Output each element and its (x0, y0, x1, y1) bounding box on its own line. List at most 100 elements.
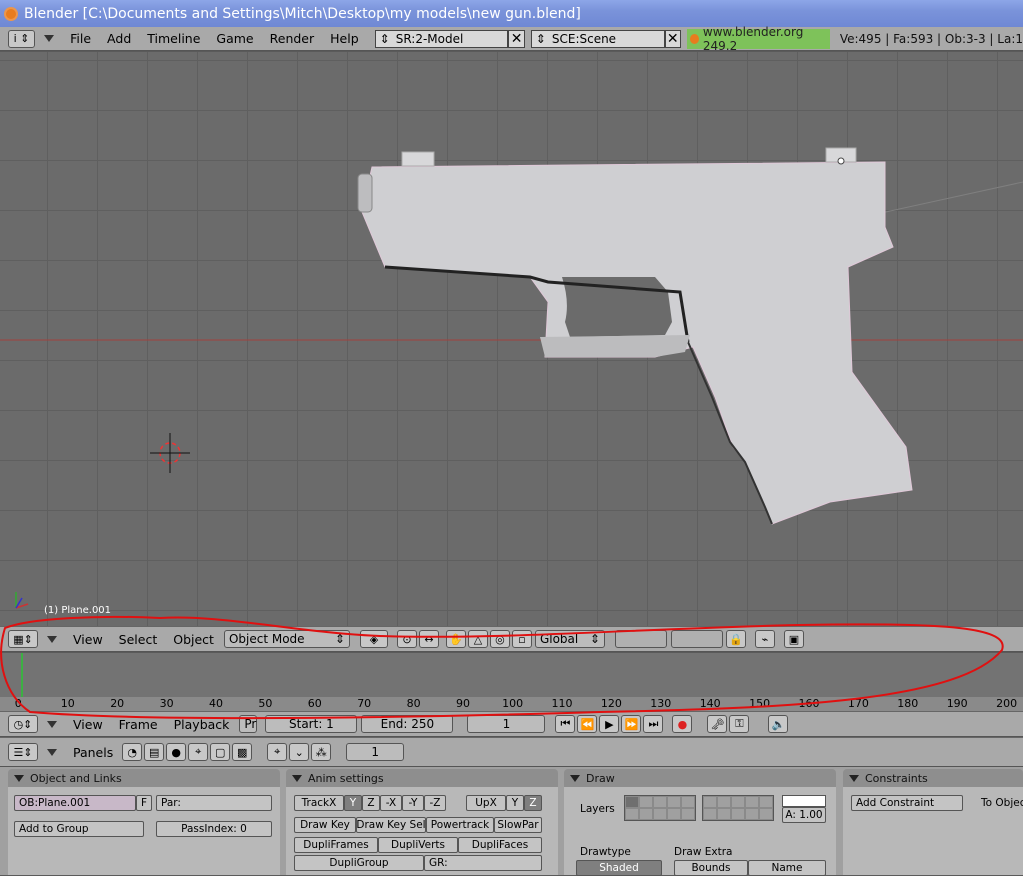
draw-type-icon[interactable]: ◈ (359, 630, 388, 648)
particles-subcontext-icon[interactable]: ⁂ (311, 743, 332, 761)
menu-timeline[interactable]: Timeline (139, 31, 208, 46)
menu-frame[interactable]: Frame (111, 717, 166, 732)
hand-icon[interactable]: ✋ (445, 630, 466, 648)
info-window-type-icon[interactable]: i ⇕ (8, 29, 36, 48)
keying-set-icon[interactable]: 🗝 (707, 715, 728, 733)
anim-settings-panel-header[interactable]: Anim settings (286, 769, 558, 787)
shading-context-icon[interactable]: ● (166, 743, 187, 761)
editor-type-icon[interactable]: ▦⇕ (8, 630, 38, 648)
clock-icon[interactable]: ◷⇕ (8, 715, 38, 733)
parent-field[interactable]: Par: (156, 795, 272, 811)
object-color-swatch[interactable] (782, 795, 826, 807)
layers-grid-2[interactable] (702, 795, 774, 821)
layers-grid-1[interactable] (624, 795, 696, 821)
up-y-button[interactable]: Y (506, 795, 524, 811)
duplifaces-button[interactable]: DupliFaces (458, 837, 542, 853)
key-icon[interactable]: ⚿ (729, 715, 750, 733)
draw-panel-header[interactable]: Draw (564, 769, 836, 787)
play-icon[interactable]: ▶ (599, 715, 620, 733)
menu-panels[interactable]: Panels (65, 745, 121, 760)
screen-selector[interactable]: ⇕ SR:2-Model (374, 29, 509, 48)
draw-key-button[interactable]: Draw Key (294, 817, 356, 833)
timeline-area[interactable]: 0 10 20 30 40 50 60 70 80 90 100 110 120 130 140 150 160… (0, 653, 1023, 711)
collapse-timeline-header-icon[interactable] (47, 720, 57, 728)
collapse-menu-icon[interactable] (44, 35, 55, 42)
jump-start-icon[interactable]: ⏮ (555, 715, 576, 733)
pass-index-field[interactable]: PassIndex: 0 (156, 821, 272, 837)
rotate-icon[interactable]: ◎ (489, 630, 510, 648)
object-subcontext-icon[interactable]: ⌖ (267, 743, 288, 761)
menu-help[interactable]: Help (322, 31, 367, 46)
menu-playback[interactable]: Playback (166, 717, 238, 732)
object-links-panel-header[interactable]: Object and Links (8, 769, 280, 787)
track-z-button[interactable]: Z (362, 795, 380, 811)
mode-selector[interactable]: Object Mode ⇕ (223, 630, 350, 648)
buttons-window-type-icon[interactable]: ☰⇕ (8, 743, 38, 761)
audio-icon[interactable]: 🔈 (768, 715, 789, 733)
3d-viewport[interactable]: (1) Plane.001 (0, 52, 1023, 626)
menu-view-timeline[interactable]: View (65, 717, 111, 732)
collapse-buttons-header-icon[interactable] (47, 748, 57, 756)
draw-key-sel-button[interactable]: Draw Key Sel (356, 817, 426, 833)
delete-screen-button[interactable]: ✕ (508, 29, 525, 48)
track-x-button[interactable]: TrackX (294, 795, 344, 811)
manipulator-icon[interactable]: ↔ (418, 630, 439, 648)
logic-context-icon[interactable]: ◔ (122, 743, 143, 761)
menu-game[interactable]: Game (208, 31, 261, 46)
next-key-icon[interactable]: ⏩ (621, 715, 642, 733)
add-constraint-button[interactable]: Add Constraint (851, 795, 963, 811)
layer-buttons-1[interactable] (614, 630, 667, 648)
name-button[interactable]: Name (748, 860, 826, 876)
render-icon[interactable]: ▣ (783, 630, 804, 648)
lock-icon[interactable]: 🔒 (725, 630, 746, 648)
dupliframes-button[interactable]: DupliFrames (294, 837, 378, 853)
orientation-selector[interactable]: Global ⇕ (534, 630, 605, 648)
track-y-button[interactable]: Y (344, 795, 362, 811)
blender-org-link[interactable]: www.blender.org 249.2 (686, 25, 830, 53)
alpha-field[interactable]: A: 1.00 (782, 807, 826, 823)
pivot-icon[interactable]: ⊙ (396, 630, 417, 648)
physics-subcontext-icon[interactable]: ⌄ (289, 743, 310, 761)
editing-context-icon[interactable]: ▢ (210, 743, 231, 761)
up-z-button[interactable]: Z (524, 795, 542, 811)
current-frame-field[interactable]: 1 (467, 715, 546, 733)
timeline-current-frame-line[interactable] (21, 653, 23, 697)
record-icon[interactable]: ● (672, 715, 693, 733)
powertrack-button[interactable]: Powertrack (426, 817, 494, 833)
delete-scene-button[interactable]: ✕ (664, 29, 681, 48)
add-to-group-button[interactable]: Add to Group (14, 821, 144, 837)
end-frame-field[interactable]: End: 250 (361, 715, 454, 733)
menu-select[interactable]: Select (111, 632, 166, 647)
menu-object[interactable]: Object (165, 632, 222, 647)
track-neg-x-button[interactable]: -X (380, 795, 402, 811)
preview-range-button[interactable]: Pr (239, 715, 258, 733)
constraints-panel-header[interactable]: Constraints (843, 769, 1023, 787)
track-neg-y-button[interactable]: -Y (402, 795, 424, 811)
drawtype-selector[interactable]: Shaded (576, 860, 662, 876)
script-context-icon[interactable]: ▤ (144, 743, 165, 761)
slowpar-button[interactable]: SlowPar (494, 817, 542, 833)
menu-view[interactable]: View (65, 632, 111, 647)
dupligroup-button[interactable]: DupliGroup (294, 855, 424, 871)
menu-render[interactable]: Render (262, 31, 323, 46)
group-field[interactable]: GR: (424, 855, 542, 871)
menu-file[interactable]: File (62, 31, 99, 46)
up-x-button[interactable]: UpX (466, 795, 506, 811)
object-context-icon[interactable]: ⌖ (188, 743, 209, 761)
snap-icon[interactable]: ⌁ (754, 630, 775, 648)
buttons-frame-field[interactable]: 1 (346, 743, 405, 761)
menu-add[interactable]: Add (99, 31, 139, 46)
prev-key-icon[interactable]: ⏪ (577, 715, 598, 733)
scene-context-icon[interactable]: ▩ (232, 743, 253, 761)
object-name-field[interactable]: OB:Plane.001 (14, 795, 136, 811)
layer-buttons-2[interactable] (670, 630, 723, 648)
start-frame-field[interactable]: Start: 1 (265, 715, 358, 733)
bounds-button[interactable]: Bounds (674, 860, 748, 876)
collapse-header-icon[interactable] (47, 635, 57, 643)
jump-end-icon[interactable]: ⏭ (643, 715, 664, 733)
dupliverts-button[interactable]: DupliVerts (378, 837, 458, 853)
fake-user-button[interactable]: F (136, 795, 152, 811)
translate-icon[interactable]: △ (467, 630, 488, 648)
track-neg-z-button[interactable]: -Z (424, 795, 446, 811)
scale-icon[interactable]: ▫ (511, 630, 532, 648)
